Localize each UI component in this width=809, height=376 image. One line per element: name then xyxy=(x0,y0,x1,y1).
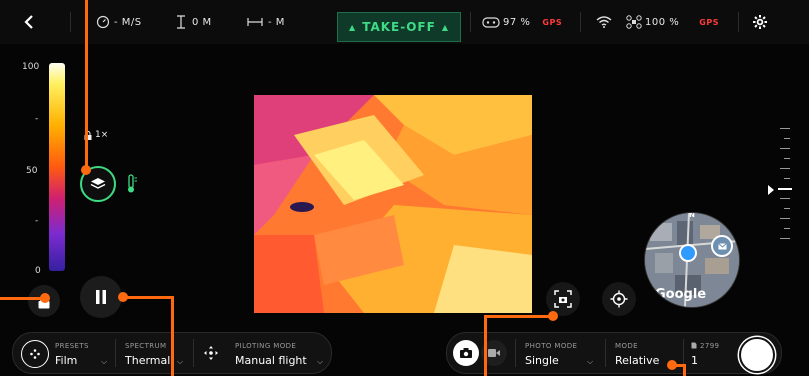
thermometer-icon xyxy=(126,174,138,198)
thermal-legend-bar xyxy=(49,63,65,271)
pause-button[interactable] xyxy=(80,276,122,318)
ruler-current xyxy=(778,188,792,190)
shutter-button[interactable] xyxy=(739,337,775,373)
recenter-button[interactable] xyxy=(602,282,636,316)
speedometer-icon xyxy=(96,15,110,29)
map-north: N xyxy=(689,212,695,219)
drone-status[interactable]: 100 % GPS xyxy=(596,0,719,44)
takeoff-button[interactable]: ▲ TAKE-OFF ▲ xyxy=(337,12,461,42)
controller-icon xyxy=(482,17,500,28)
camera-icon xyxy=(460,348,472,358)
photo-mode-value: Single xyxy=(525,354,559,367)
minimap[interactable]: N Google xyxy=(644,212,740,308)
spectrum-label: SPECTRUM xyxy=(125,342,167,350)
altitude-readout: 0 M xyxy=(176,0,212,44)
thermal-camera-feed[interactable] xyxy=(254,95,532,313)
takeoff-label: TAKE-OFF xyxy=(362,20,436,34)
distance-value: - M xyxy=(268,16,285,28)
speed-readout: - M/S xyxy=(96,0,142,44)
drone-gps: GPS xyxy=(699,17,719,27)
photo-mode-label: PHOTO MODE xyxy=(525,342,578,350)
piloting-label: PILOTING MODE xyxy=(235,342,297,350)
pause-icon xyxy=(96,290,106,304)
chevron-down-icon: ⌵ xyxy=(177,357,184,366)
spectrum-value: Thermal xyxy=(125,354,171,367)
app-root: - M/S 0 M - M ▲ TAKE-OFF ▲ 97 % GPS 100 … xyxy=(0,0,809,376)
settings-button[interactable] xyxy=(752,0,768,44)
mode-label: MODE xyxy=(615,342,638,350)
photo-toggle[interactable] xyxy=(453,340,479,366)
camera-frame-icon xyxy=(554,290,572,308)
dots-circle-icon xyxy=(30,349,40,359)
move-arrows-icon xyxy=(204,346,218,360)
chevron-down-icon: ⌵ xyxy=(101,357,108,366)
legend-max: 100 xyxy=(22,62,40,72)
altitude-value: 0 M xyxy=(192,16,212,28)
legend-mid: 50 xyxy=(26,166,38,176)
bottom-right-panel: PHOTO MODE Single ⌵ MODE Relative ⌵ 2799… xyxy=(446,332,782,374)
drone-battery: 100 % xyxy=(645,16,680,28)
video-camera-icon xyxy=(488,349,500,357)
back-button[interactable] xyxy=(22,0,38,44)
home-marker xyxy=(711,235,733,257)
legend-min: 0 xyxy=(35,266,41,276)
zoom-value: 1× xyxy=(95,130,109,140)
distance-readout: - M xyxy=(247,0,285,44)
mail-icon xyxy=(717,242,727,249)
distance-icon xyxy=(247,18,263,26)
presets-label: PRESETS xyxy=(55,342,89,350)
drone-position-marker xyxy=(679,244,697,262)
storage-count: 2799 xyxy=(700,342,720,350)
chevron-down-icon: ⌵ xyxy=(587,357,594,366)
top-bar: - M/S 0 M - M ▲ TAKE-OFF ▲ 97 % GPS 100 … xyxy=(0,0,809,44)
sd-card-icon xyxy=(691,342,697,349)
mode-value: Relative xyxy=(615,354,660,367)
wifi-icon xyxy=(596,16,612,28)
presets-icon-button[interactable] xyxy=(21,340,49,368)
presets-value: Film xyxy=(55,354,78,367)
storage-value: 1 xyxy=(691,354,698,367)
altitude-icon xyxy=(177,15,185,29)
legend-tick: - xyxy=(35,216,39,226)
triangle-up-icon: ▲ xyxy=(441,22,449,32)
map-brand: Google xyxy=(655,287,707,302)
controller-status[interactable]: 97 % GPS xyxy=(482,0,562,44)
chevron-down-icon: ⌵ xyxy=(317,357,324,366)
drone-icon xyxy=(626,15,642,29)
thermal-image xyxy=(254,95,532,313)
triangle-up-icon: ▲ xyxy=(349,22,357,32)
controller-battery: 97 % xyxy=(503,16,531,28)
gear-icon xyxy=(753,15,767,29)
crosshair-icon xyxy=(610,290,628,308)
legend-tick: - xyxy=(35,114,39,124)
chevron-left-icon xyxy=(24,15,33,29)
piloting-value: Manual flight xyxy=(235,354,307,367)
speed-value: - M/S xyxy=(114,16,142,28)
controller-gps: GPS xyxy=(542,17,563,27)
ruler-pointer xyxy=(768,185,774,195)
layers-icon xyxy=(90,178,106,189)
